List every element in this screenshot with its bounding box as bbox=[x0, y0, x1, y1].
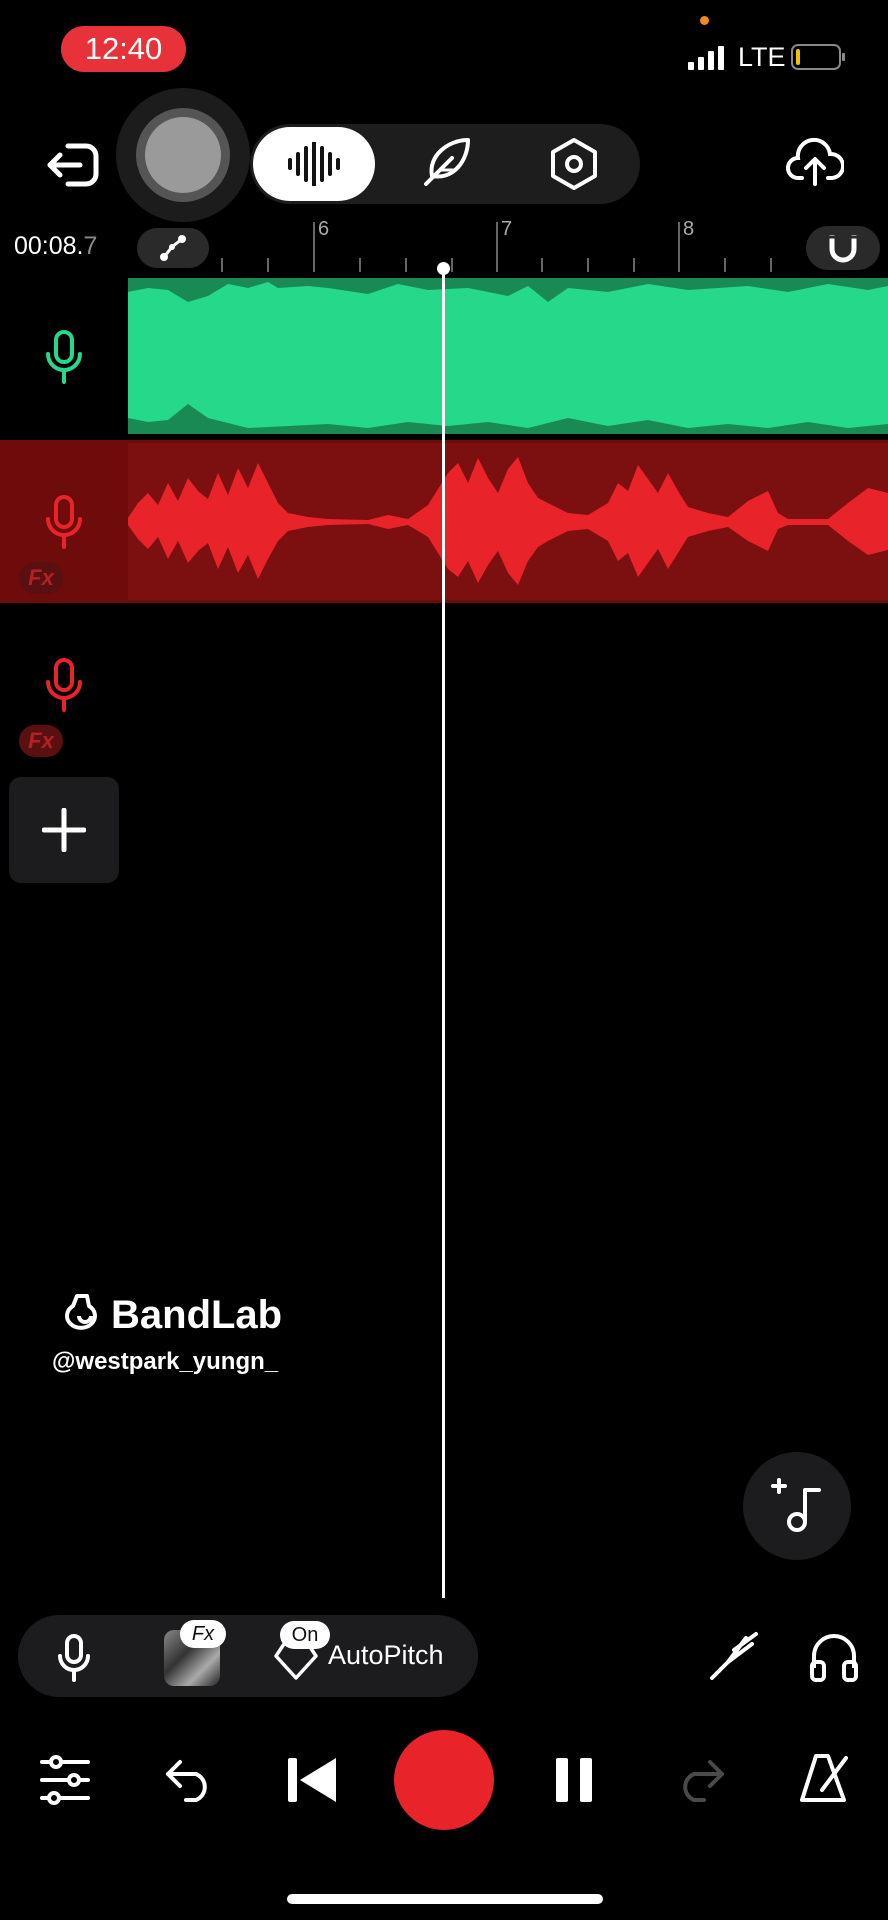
metronome-icon[interactable] bbox=[798, 1752, 850, 1806]
waveform-icon bbox=[288, 142, 340, 186]
ruler-mark-8: 8 bbox=[683, 218, 695, 240]
pause-icon[interactable] bbox=[556, 1758, 592, 1802]
settings-hex-icon[interactable] bbox=[549, 137, 599, 191]
track-2-waveform bbox=[128, 457, 888, 585]
ruler-mark-6: 6 bbox=[318, 218, 330, 240]
skip-back-icon[interactable] bbox=[288, 1758, 338, 1802]
autopitch-icon[interactable] bbox=[274, 1640, 318, 1680]
assistive-touch-button[interactable] bbox=[116, 88, 250, 222]
track-2-mic-icon[interactable] bbox=[44, 495, 84, 551]
automation-button[interactable] bbox=[137, 228, 209, 268]
playhead-time: 00:08.7 bbox=[14, 232, 98, 260]
network-type: LTE bbox=[738, 42, 786, 72]
snap-button[interactable] bbox=[806, 226, 880, 270]
track-2-region[interactable] bbox=[128, 443, 888, 600]
track-2-fx-badge[interactable]: Fx bbox=[19, 562, 63, 594]
magnet-icon bbox=[829, 235, 857, 263]
status-time: 12:40 bbox=[61, 26, 186, 72]
exit-icon[interactable] bbox=[46, 140, 102, 190]
input-mic-icon[interactable] bbox=[56, 1634, 92, 1682]
fx-preset-badge: Fx bbox=[180, 1620, 226, 1648]
bandlab-watermark: BandLab bbox=[63, 1292, 282, 1338]
watermark-handle: @westpark_yungn_ bbox=[52, 1348, 279, 1375]
record-button[interactable] bbox=[394, 1730, 494, 1830]
home-indicator[interactable] bbox=[287, 1894, 603, 1904]
track-1-mic-icon[interactable] bbox=[44, 330, 84, 386]
bandlab-logo-icon bbox=[65, 1294, 97, 1330]
undo-icon[interactable] bbox=[164, 1756, 216, 1802]
battery-icon bbox=[791, 44, 845, 70]
headphones-icon[interactable] bbox=[808, 1630, 860, 1684]
track-1-region[interactable] bbox=[128, 278, 888, 434]
signal-icon bbox=[688, 46, 724, 70]
tab-tracks[interactable] bbox=[253, 127, 375, 201]
tuning-fork-icon[interactable] bbox=[706, 1630, 760, 1684]
add-track-button[interactable] bbox=[9, 777, 119, 883]
feather-icon[interactable] bbox=[418, 136, 472, 190]
privacy-indicator bbox=[700, 16, 709, 25]
add-music-icon bbox=[771, 1478, 821, 1532]
playhead[interactable] bbox=[442, 268, 445, 1598]
sliders-icon[interactable] bbox=[40, 1754, 90, 1806]
cloud-upload-icon[interactable] bbox=[786, 138, 844, 186]
ruler-mark-7: 7 bbox=[501, 218, 513, 240]
autopitch-label[interactable]: AutoPitch bbox=[328, 1640, 444, 1671]
track-3-fx-badge[interactable]: Fx bbox=[19, 725, 63, 757]
redo-icon[interactable] bbox=[674, 1756, 726, 1802]
track-1-waveform bbox=[128, 278, 888, 434]
automation-icon bbox=[160, 235, 186, 261]
plus-icon bbox=[42, 808, 86, 852]
playhead-handle[interactable] bbox=[437, 262, 450, 275]
add-music-button[interactable] bbox=[743, 1452, 851, 1560]
track-3-mic-icon[interactable] bbox=[44, 658, 84, 714]
